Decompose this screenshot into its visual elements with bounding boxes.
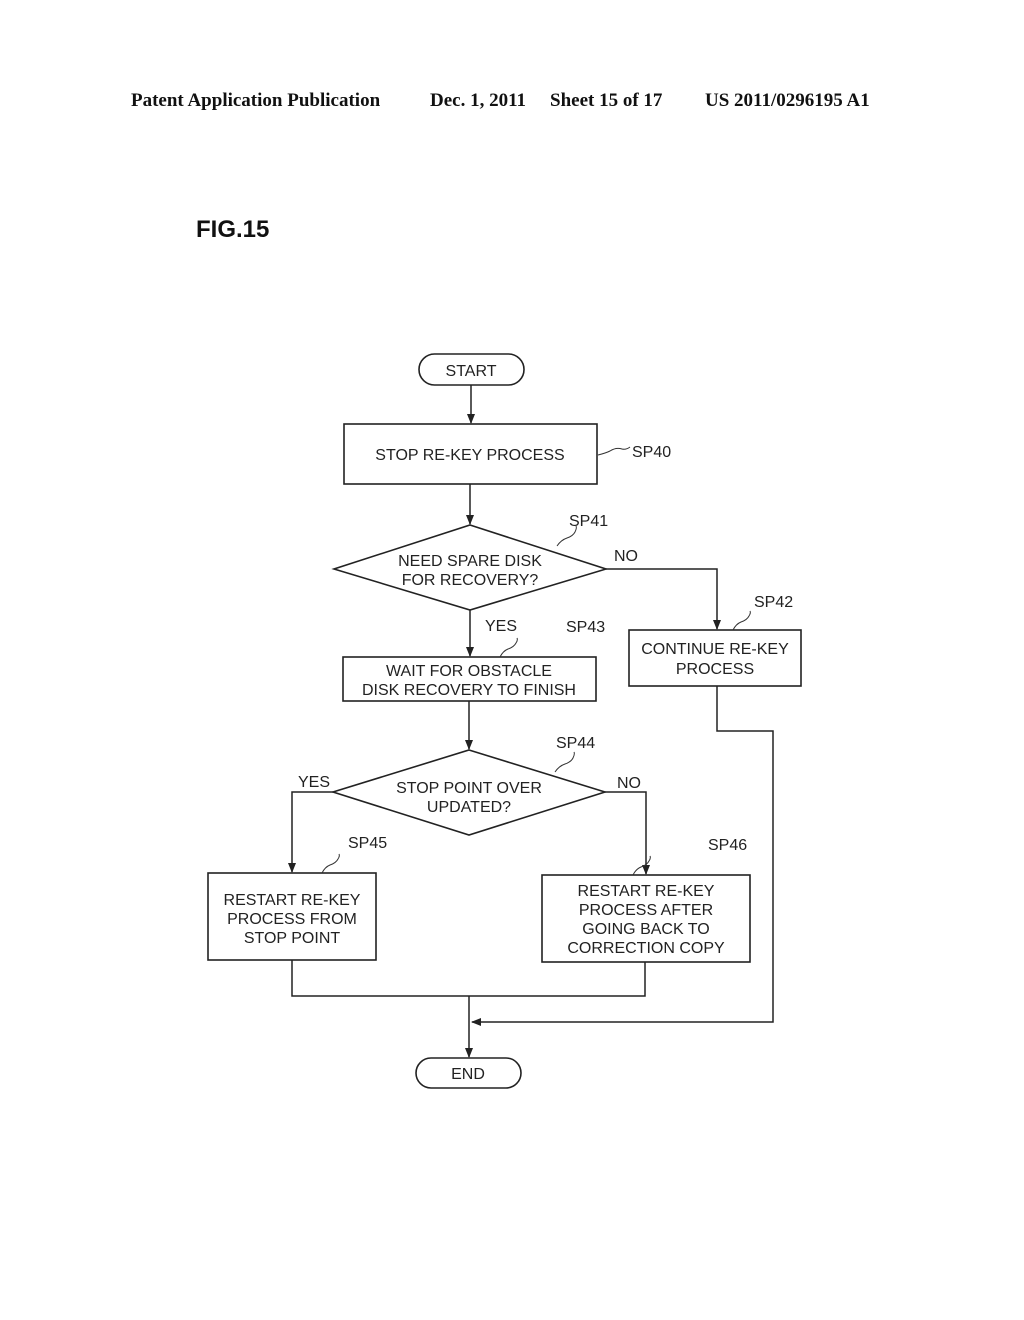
sp44-leader [554,751,575,773]
sp43-leader [499,637,518,658]
sp41-yes-label: YES [485,618,517,635]
sp45-text-3: STOP POINT [244,930,341,947]
sp45-ref: SP45 [348,835,387,852]
merge-sp45-sp46 [291,960,646,997]
start-label: START [446,363,497,380]
sp46-text-4: CORRECTION COPY [567,940,725,957]
sp44-text-1: STOP POINT OVER [396,780,542,797]
step-sp40: STOP RE-KEY PROCESS SP40 [343,423,671,485]
sp46-ref: SP46 [708,837,747,854]
sp46-text-3: GOING BACK TO [582,921,709,938]
sp40-text: STOP RE-KEY PROCESS [375,447,564,464]
flowchart: START STOP RE-KEY PROCESS SP40 NEED SPAR… [207,353,802,1089]
end-label: END [451,1066,485,1083]
sp43-text-2: DISK RECOVERY TO FINISH [362,682,576,699]
decision-sp44: STOP POINT OVER UPDATED? SP44 YES NO [298,735,641,836]
sp44-ref: SP44 [556,735,595,752]
arrow-sp44-no-sp46 [605,791,650,875]
arrow-sp44-yes-sp45 [288,791,333,873]
step-sp42: CONTINUE RE-KEY PROCESS SP42 [628,594,802,687]
sp40-ref: SP40 [632,444,671,461]
sp46-text-2: PROCESS AFTER [579,902,713,919]
step-sp45: RESTART RE-KEY PROCESS FROM STOP POINT S… [207,835,387,961]
sp45-text-1: RESTART RE-KEY [224,892,361,909]
sp44-text-2: UPDATED? [427,799,511,816]
sp42-text-2: PROCESS [676,661,754,678]
arrow-sp41-no-sp42 [606,568,721,630]
sp41-text-1: NEED SPARE DISK [398,553,542,570]
arrow-sp42-end [471,686,774,1026]
sp44-yes-label: YES [298,774,330,791]
sp41-text-2: FOR RECOVERY? [402,572,539,589]
sp41-no-label: NO [614,548,638,565]
sp43-text-1: WAIT FOR OBSTACLE [386,663,552,680]
decision-sp41: NEED SPARE DISK FOR RECOVERY? SP41 NO YE… [331,513,638,635]
sp42-text-1: CONTINUE RE-KEY [641,641,789,658]
step-sp43: WAIT FOR OBSTACLE DISK RECOVERY TO FINIS… [342,619,605,702]
sp40-leader [597,446,631,456]
sp46-text-1: RESTART RE-KEY [578,883,715,900]
sp45-leader [321,853,340,874]
sp42-ref: SP42 [754,594,793,611]
sp41-ref: SP41 [569,513,608,530]
start-terminal: START [418,353,525,386]
end-terminal: END [415,1057,522,1089]
sp42-leader [732,610,751,631]
sp43-ref: SP43 [566,619,605,636]
sp45-text-2: PROCESS FROM [227,911,357,928]
sp46-leader [632,855,651,876]
sp44-no-label: NO [617,775,641,792]
